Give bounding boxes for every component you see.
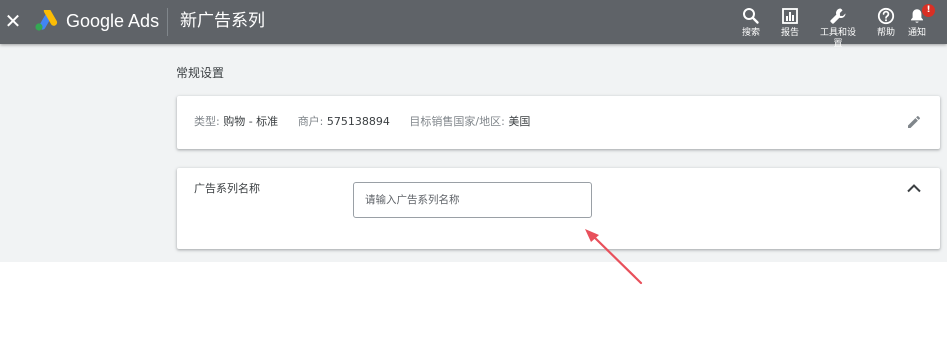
google-ads-logo [35,10,58,31]
tools-settings-button[interactable]: 工具和设置 [818,7,858,50]
search-button[interactable]: 搜索 [731,7,771,39]
notifications-button[interactable]: ! 通知 [897,4,937,39]
brand-name: Google Ads [66,11,160,31]
country-value: 美国 [508,115,531,128]
search-icon [743,8,759,24]
reports-icon [782,8,798,24]
close-icon[interactable]: ✕ [4,10,22,32]
campaign-name-input[interactable] [353,182,592,218]
search-label: 搜索 [741,28,760,38]
type-value: 购物 - 标准 [223,115,279,128]
campaign-summary: 类型: 购物 - 标准 商户: 575138894 目标销售国家/地区: 美国 [194,115,546,129]
edit-pencil-icon[interactable] [906,114,922,130]
notifications-label: 通知 [907,28,926,38]
chevron-up-icon[interactable] [906,182,922,194]
merchant-key: 商户: [297,115,324,128]
campaign-name-card: 广告系列名称 [177,168,940,249]
campaign-name-label: 广告系列名称 [194,182,260,195]
country-key: 目标销售国家/地区: [409,115,505,128]
header-divider [167,8,168,36]
wrench-icon [830,8,846,24]
notification-badge: ! [922,4,935,17]
campaign-summary-card: 类型: 购物 - 标准 商户: 575138894 目标销售国家/地区: 美国 [177,96,940,149]
help-icon [877,7,895,25]
merchant-value: 575138894 [326,115,390,128]
reports-label: 报告 [780,28,799,38]
page-title: 新广告系列 [180,11,265,31]
type-key: 类型: [194,115,220,128]
section-title: 常规设置 [176,66,225,80]
top-app-bar: ✕ Google Ads 新广告系列 搜索 报告 工具和设置 帮助 ! 通知 [0,0,947,49]
tools-settings-label: 工具和设置 [819,28,856,49]
reports-button[interactable]: 报告 [770,7,810,39]
annotation-arrow-icon [585,229,643,285]
